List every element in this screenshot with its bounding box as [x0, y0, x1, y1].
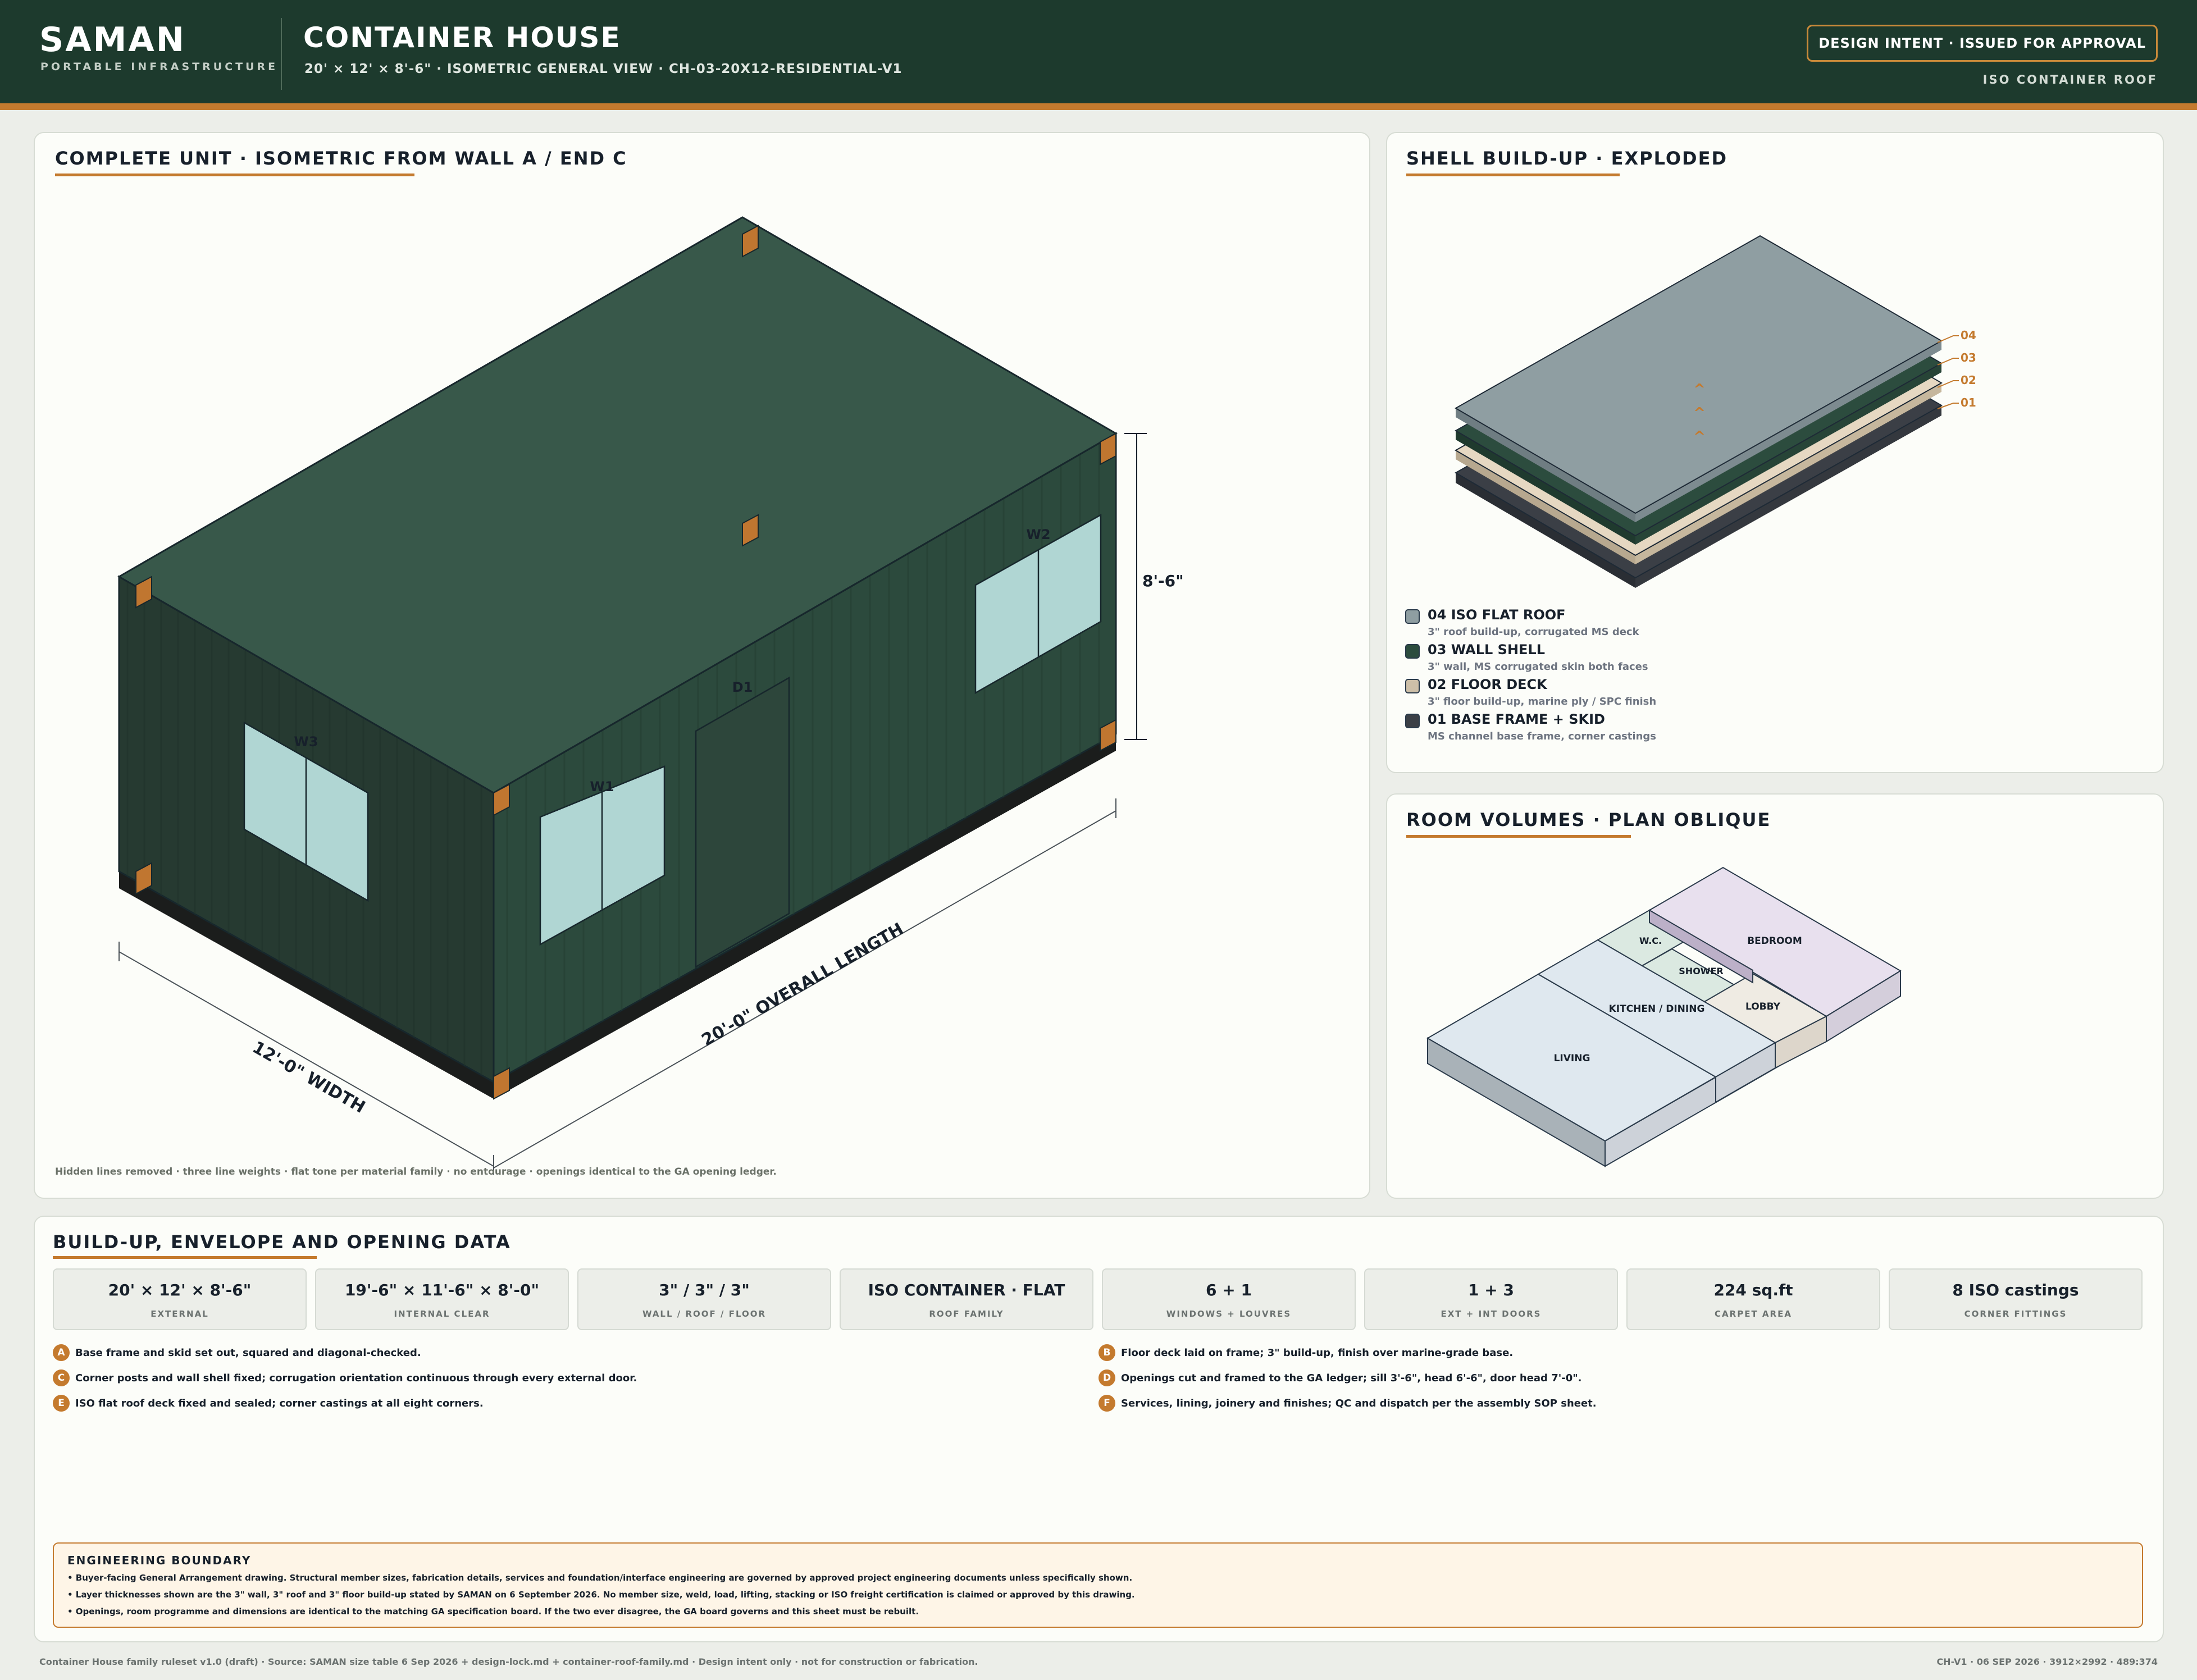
panel-title-data: BUILD-UP, ENVELOPE AND OPENING DATA: [53, 1231, 511, 1253]
stat-label: WALL / ROOF / FLOOR: [642, 1309, 767, 1319]
stat-value: 1 + 3: [1468, 1281, 1514, 1299]
engineering-boundary-box: ENGINEERING BOUNDARY • Buyer-facing Gene…: [53, 1542, 2143, 1628]
step-text: Floor deck laid on frame; 3" build-up, f…: [1121, 1347, 1514, 1359]
step-text: Openings cut and framed to the GA ledger…: [1121, 1372, 1582, 1384]
footer-sheet-ref: CH-V1 · 06 SEP 2026 · 3912×2992 · 489:37…: [1936, 1656, 2158, 1667]
stat-value: 20' × 12' × 8'-6": [108, 1281, 252, 1299]
height-dimension-label: 8'-6": [1142, 572, 1184, 590]
width-dimension-label: 12'-0" WIDTH: [249, 1038, 368, 1117]
stat-card: 1 + 3 EXT + INT DOORS: [1364, 1268, 1618, 1330]
room-label-lobby: LOBBY: [1745, 1001, 1781, 1012]
step-text: Corner posts and wall shell fixed; corru…: [75, 1372, 637, 1384]
layer-callout-01: 01: [1961, 396, 1976, 409]
stat-label: CARPET AREA: [1715, 1309, 1792, 1319]
isometric-view-panel: W1 W2 W3 D1 8'-6" 20'-0" OVERALL LENGTH …: [34, 132, 1370, 1199]
page-title: CONTAINER HOUSE: [303, 21, 621, 54]
step-badge: D: [1098, 1369, 1115, 1386]
stat-value: 19'-6" × 11'-6" × 8'-0": [344, 1281, 540, 1299]
step-text: Services, lining, joinery and finishes; …: [1121, 1398, 1597, 1409]
lift-arrow: ^: [1693, 405, 1706, 422]
stat-card: ISO CONTAINER · FLAT ROOF FAMILY: [840, 1268, 1093, 1330]
stat-card: 19'-6" × 11'-6" × 8'-0" INTERNAL CLEAR: [315, 1268, 569, 1330]
panel-title-isometric: COMPLETE UNIT · ISOMETRIC FROM WALL A / …: [55, 148, 627, 169]
title-underline: [1406, 835, 1631, 838]
step-badge: F: [1098, 1395, 1115, 1412]
stat-label: INTERNAL CLEAR: [394, 1309, 490, 1319]
room-volumes-panel: LIVING KITCHEN / DINING W.C. SHOWER LOBB…: [1386, 793, 2164, 1199]
step-badge: C: [53, 1369, 70, 1386]
room-label-kitchen: KITCHEN / DINING: [1609, 1003, 1705, 1015]
layer-callout-02: 02: [1961, 373, 1976, 387]
boundary-line: • Buyer-facing General Arrangement drawi…: [67, 1573, 1133, 1583]
stat-card: 3" / 3" / 3" WALL / ROOF / FLOOR: [577, 1268, 831, 1330]
header-divider: [281, 18, 282, 90]
plan-oblique-drawing: LIVING KITCHEN / DINING W.C. SHOWER LOBB…: [1426, 866, 1902, 1167]
step-text: ISO flat roof deck fixed and sealed; cor…: [75, 1398, 484, 1409]
stat-value: ISO CONTAINER · FLAT: [868, 1281, 1065, 1299]
stat-label: WINDOWS + LOUVRES: [1166, 1309, 1292, 1319]
stat-value: 224 sq.ft: [1713, 1281, 1793, 1299]
legend-swatch: [1405, 609, 1420, 624]
lift-arrow: ^: [1693, 428, 1706, 445]
room-label-living: LIVING: [1554, 1053, 1590, 1064]
lift-arrow: ^: [1693, 381, 1706, 398]
title-underline: [55, 174, 414, 176]
legend-swatch: [1405, 644, 1420, 659]
roof-family-tag: ISO CONTAINER ROOF: [1982, 73, 2158, 86]
panel-title-rooms: ROOM VOLUMES · PLAN OBLIQUE: [1406, 809, 1771, 830]
title-underline: [1406, 174, 1620, 176]
legend-desc: MS channel base frame, corner castings: [1428, 731, 1656, 742]
opening-label-w3: W3: [294, 734, 318, 750]
room-label-shower: SHOWER: [1679, 966, 1723, 976]
legend-label: 01 BASE FRAME + SKID: [1428, 711, 1605, 727]
drawing-note: Hidden lines removed · three line weight…: [55, 1166, 777, 1177]
layer-callout-03: 03: [1961, 351, 1976, 364]
title-underline: [53, 1256, 317, 1259]
footer-source-note: Container House family ruleset v1.0 (dra…: [39, 1656, 978, 1667]
opening-label-w2: W2: [1026, 527, 1050, 542]
page-header: SAMAN PORTABLE INFRASTRUCTURE CONTAINER …: [0, 0, 2197, 110]
stat-card: 8 ISO castings CORNER FITTINGS: [1889, 1268, 2143, 1330]
legend-swatch: [1405, 714, 1420, 728]
boundary-line: • Layer thicknesses shown are the 3" wal…: [67, 1590, 1135, 1600]
step-badge: A: [53, 1344, 70, 1361]
stat-card: 20' × 12' × 8'-6" EXTERNAL: [53, 1268, 307, 1330]
boundary-title: ENGINEERING BOUNDARY: [67, 1554, 252, 1567]
opening-label-w1: W1: [590, 779, 614, 795]
room-label-wc: W.C.: [1639, 935, 1662, 946]
legend-label: 04 ISO FLAT ROOF: [1428, 607, 1566, 623]
stat-label: ROOF FAMILY: [929, 1309, 1004, 1319]
stat-label: CORNER FITTINGS: [1964, 1309, 2067, 1319]
stat-label: EXTERNAL: [151, 1309, 209, 1319]
panel-title-shell: SHELL BUILD-UP · EXPLODED: [1406, 148, 1728, 169]
legend-label: 02 FLOOR DECK: [1428, 677, 1547, 692]
legend-label: 03 WALL SHELL: [1428, 642, 1546, 658]
opening-label-d1: D1: [732, 679, 753, 695]
stat-label: EXT + INT DOORS: [1441, 1309, 1542, 1319]
layer-callout-04: 04: [1961, 328, 1976, 342]
stat-value: 6 + 1: [1206, 1281, 1252, 1299]
brand-tagline: PORTABLE INFRASTRUCTURE: [40, 61, 279, 73]
room-label-bedroom: BEDROOM: [1747, 935, 1802, 947]
legend-desc: 3" floor build-up, marine ply / SPC fini…: [1428, 696, 1657, 707]
stat-value: 3" / 3" / 3": [659, 1281, 750, 1299]
status-badge: DESIGN INTENT · ISSUED FOR APPROVAL: [1807, 25, 2158, 62]
stat-card: 6 + 1 WINDOWS + LOUVRES: [1102, 1268, 1356, 1330]
step-badge: B: [1098, 1344, 1115, 1361]
brand-logo: SAMAN: [39, 20, 186, 60]
step-text: Base frame and skid set out, squared and…: [75, 1347, 421, 1359]
page-subtitle: 20' × 12' × 8'-6" · ISOMETRIC GENERAL VI…: [304, 62, 902, 76]
stat-value: 8 ISO castings: [1952, 1281, 2079, 1299]
legend-swatch: [1405, 679, 1420, 693]
boundary-line: • Openings, room programme and dimension…: [67, 1606, 919, 1617]
step-badge: E: [53, 1395, 70, 1412]
shell-buildup-panel: ^ ^ ^ 04 03 02 01 SHELL BUILD-UP · EXPLO…: [1386, 132, 2164, 773]
legend-desc: 3" roof build-up, corrugated MS deck: [1428, 626, 1639, 638]
isometric-drawing: W1 W2 W3 D1 8'-6" 20'-0" OVERALL LENGTH …: [117, 216, 1184, 1175]
buildup-data-panel: BUILD-UP, ENVELOPE AND OPENING DATA 20' …: [34, 1216, 2164, 1642]
legend-desc: 3" wall, MS corrugated skin both faces: [1428, 661, 1648, 673]
stat-card: 224 sq.ft CARPET AREA: [1626, 1268, 1880, 1330]
